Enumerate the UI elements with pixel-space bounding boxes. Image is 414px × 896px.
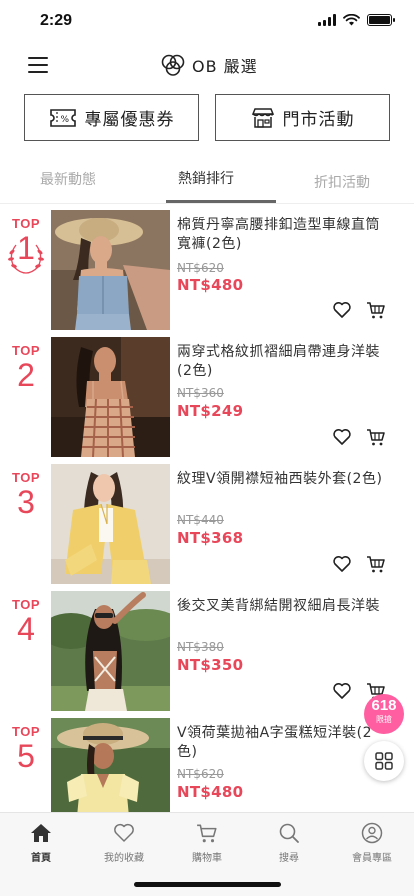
search-icon bbox=[279, 823, 299, 843]
rank-badge: TOP 1 bbox=[4, 216, 48, 277]
original-price: NT$620 bbox=[177, 767, 224, 781]
product-item[interactable]: TOP 2 兩穿式格紋抓褶細肩帶連身洋裝(2色) NT$360 NT$249 bbox=[0, 335, 414, 462]
product-image[interactable] bbox=[51, 210, 170, 330]
rank-label: TOP bbox=[12, 216, 40, 231]
nav-home[interactable]: 首頁 bbox=[6, 821, 76, 864]
promo-618-button[interactable]: 618 限搶 bbox=[364, 694, 404, 734]
home-indicator bbox=[134, 882, 281, 887]
nav-search[interactable]: 搜尋 bbox=[254, 821, 324, 864]
app-header: OB 嚴選 bbox=[0, 44, 414, 88]
signal-icon bbox=[318, 14, 336, 26]
svg-text:%: % bbox=[60, 115, 70, 125]
heart-icon[interactable] bbox=[332, 300, 352, 320]
sale-price: NT$480 bbox=[177, 276, 244, 294]
home-icon bbox=[31, 824, 51, 842]
product-name[interactable]: 兩穿式格紋抓褶細肩帶連身洋裝(2色) bbox=[177, 343, 387, 381]
rank-number: 2 bbox=[17, 357, 35, 393]
sale-price: NT$368 bbox=[177, 529, 244, 547]
clover-logo-icon bbox=[161, 54, 185, 76]
rank-badge: TOP 5 bbox=[4, 724, 48, 773]
promo-number: 618 bbox=[371, 697, 397, 714]
tab-latest[interactable]: 最新動態 bbox=[40, 169, 96, 189]
product-item[interactable]: TOP 1 棉質丹寧高腰排釦造型車線直筒寬褲(2色) NT$620 NT$480 bbox=[0, 208, 414, 335]
storefront-icon bbox=[251, 107, 274, 128]
rank-number: 5 bbox=[17, 738, 35, 774]
heart-icon[interactable] bbox=[332, 681, 352, 701]
status-time: 2:29 bbox=[40, 12, 73, 29]
original-price: NT$620 bbox=[177, 261, 224, 275]
battery-icon bbox=[367, 14, 395, 26]
wifi-icon bbox=[343, 14, 360, 26]
member-icon bbox=[361, 822, 383, 844]
product-image[interactable] bbox=[51, 591, 170, 711]
promo-label: 限搶 bbox=[376, 715, 392, 724]
hamburger-icon[interactable] bbox=[28, 57, 48, 75]
bestseller-list: TOP 1 棉質丹寧高腰排釦造型車線直筒寬褲(2色) NT$620 NT$480… bbox=[0, 208, 414, 843]
status-bar: 2:29 bbox=[0, 0, 414, 44]
active-tab-indicator bbox=[166, 200, 276, 203]
coupon-button-label: 專屬優惠券 bbox=[84, 110, 175, 130]
rank-label: TOP bbox=[12, 470, 40, 485]
original-price: NT$360 bbox=[177, 386, 224, 400]
tab-bar: 最新動態 熱銷排行 折扣活動 bbox=[0, 160, 414, 204]
tab-discounts[interactable]: 折扣活動 bbox=[314, 172, 370, 192]
product-name[interactable]: 後交叉美背綁結開衩細肩長洋裝 bbox=[177, 597, 387, 616]
nav-cart[interactable]: 購物車 bbox=[172, 821, 242, 864]
product-name[interactable]: V領荷葉拋袖A字蛋糕短洋裝(2色) bbox=[177, 724, 387, 762]
sale-price: NT$249 bbox=[177, 402, 244, 420]
product-image[interactable] bbox=[51, 464, 170, 584]
rank-label: TOP bbox=[12, 343, 40, 358]
original-price: NT$440 bbox=[177, 513, 224, 527]
product-item[interactable]: TOP 4 後交叉美背綁結開衩細肩長洋裝 NT$380 NT$350 bbox=[0, 589, 414, 716]
status-icons bbox=[318, 14, 395, 26]
coupon-button[interactable]: % 專屬優惠券 bbox=[24, 94, 199, 141]
rank-label: TOP bbox=[12, 724, 40, 739]
coupon-ticket-icon: % bbox=[49, 108, 76, 127]
nav-member[interactable]: 會員專區 bbox=[337, 821, 407, 864]
nav-member-label: 會員專區 bbox=[352, 853, 392, 864]
brand-name: OB 嚴選 bbox=[192, 57, 258, 76]
rank-label: TOP bbox=[12, 597, 40, 612]
rank-number: 3 bbox=[17, 484, 35, 520]
nav-home-label: 首頁 bbox=[31, 853, 51, 864]
product-image[interactable] bbox=[51, 337, 170, 457]
cart-icon[interactable] bbox=[366, 300, 386, 320]
heart-icon bbox=[114, 823, 134, 842]
sale-price: NT$350 bbox=[177, 656, 244, 674]
rank-badge: TOP 2 bbox=[4, 343, 48, 392]
product-name[interactable]: 紋理V領開襟短袖西裝外套(2色) bbox=[177, 470, 387, 489]
nav-cart-label: 購物車 bbox=[192, 853, 222, 864]
store-event-button[interactable]: 門市活動 bbox=[215, 94, 390, 141]
cart-icon bbox=[197, 824, 217, 843]
heart-icon[interactable] bbox=[332, 554, 352, 574]
brand-logo[interactable]: OB 嚴選 bbox=[160, 53, 258, 77]
original-price: NT$380 bbox=[177, 640, 224, 654]
heart-icon[interactable] bbox=[332, 427, 352, 447]
nav-favorites-label: 我的收藏 bbox=[104, 853, 144, 864]
rank-number: 4 bbox=[17, 611, 35, 647]
cart-icon[interactable] bbox=[366, 554, 386, 574]
tab-bestsellers[interactable]: 熱銷排行 bbox=[178, 168, 234, 188]
product-item[interactable]: TOP 3 紋理V領開襟短袖西裝外套(2色) NT$440 NT$368 bbox=[0, 462, 414, 589]
store-event-button-label: 門市活動 bbox=[282, 110, 355, 130]
cart-icon[interactable] bbox=[366, 427, 386, 447]
grid-icon bbox=[375, 752, 393, 770]
nav-search-label: 搜尋 bbox=[279, 853, 299, 864]
rank-badge: TOP 3 bbox=[4, 470, 48, 519]
sale-price: NT$480 bbox=[177, 783, 244, 801]
rank-number: 1 bbox=[17, 230, 35, 266]
grid-menu-button[interactable] bbox=[364, 741, 404, 781]
action-buttons: % 專屬優惠券 門市活動 bbox=[24, 94, 390, 141]
rank-badge: TOP 4 bbox=[4, 597, 48, 646]
product-name[interactable]: 棉質丹寧高腰排釦造型車線直筒寬褲(2色) bbox=[177, 216, 387, 254]
nav-favorites[interactable]: 我的收藏 bbox=[89, 821, 159, 864]
